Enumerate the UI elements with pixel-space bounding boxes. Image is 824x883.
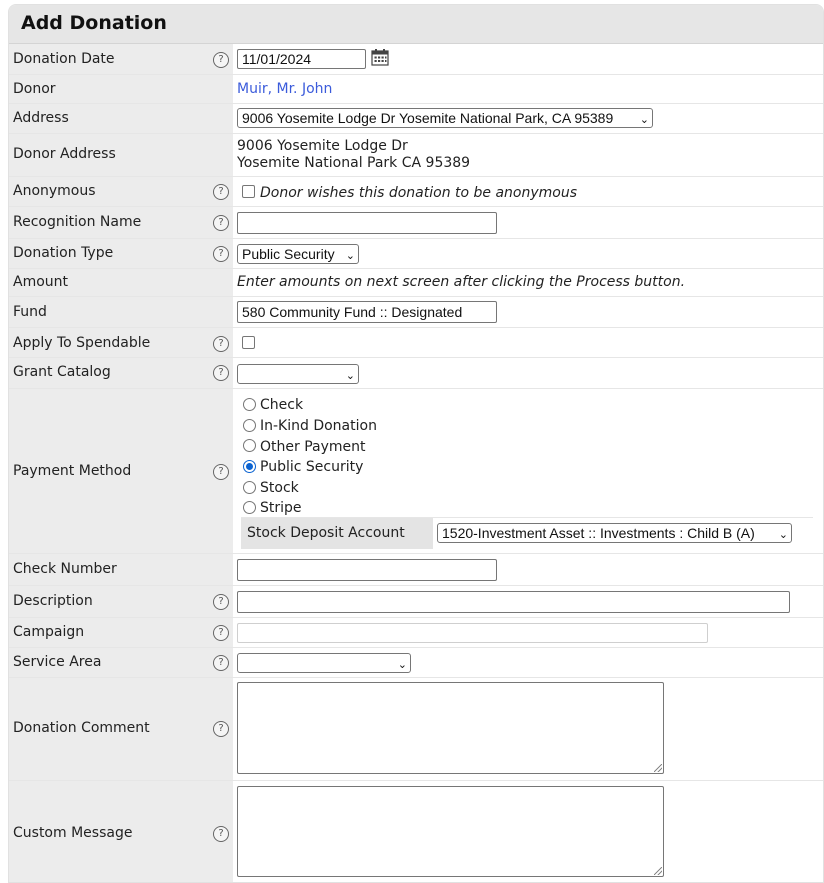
resize-handle-icon[interactable] (654, 764, 662, 772)
help-icon[interactable]: ? (213, 625, 229, 641)
recognition-name-label: Recognition Name (13, 214, 142, 230)
payment-option-label: In-Kind Donation (260, 418, 377, 434)
amount-note: Enter amounts on next screen after click… (237, 274, 686, 290)
panel-header: Add Donation (9, 5, 823, 44)
stock-deposit-subrow: Stock Deposit Account 1520-Investment As… (241, 517, 813, 549)
payment-radio-stripe[interactable] (243, 501, 256, 514)
help-icon[interactable]: ? (213, 246, 229, 262)
address-label: Address (13, 110, 69, 126)
row-donation-date: Donation Date ? 11/01/2024 (9, 44, 823, 75)
calendar-icon[interactable] (371, 48, 389, 66)
row-address: Address 9006 Yosemite Lodge Dr Yosemite … (9, 104, 823, 134)
help-icon[interactable]: ? (213, 336, 229, 352)
apply-to-spendable-checkbox[interactable] (242, 336, 255, 349)
payment-option-label: Stripe (260, 500, 302, 516)
address-select[interactable]: 9006 Yosemite Lodge Dr Yosemite National… (237, 108, 653, 128)
row-amount: Amount Enter amounts on next screen afte… (9, 269, 823, 297)
payment-option-label: Stock (260, 480, 299, 496)
row-fund: Fund 580 Community Fund :: Designated (9, 297, 823, 328)
payment-radio-check[interactable] (243, 398, 256, 411)
chevron-down-icon: ⌄ (345, 250, 355, 262)
row-recognition-name: Recognition Name ? (9, 207, 823, 239)
donor-address-line2: Yosemite National Park CA 95389 (237, 155, 471, 171)
donor-link[interactable]: Muir, Mr. John (237, 81, 332, 97)
anonymous-checkbox[interactable] (242, 185, 255, 198)
description-label: Description (13, 593, 93, 609)
grant-catalog-label: Grant Catalog (13, 364, 111, 380)
chevron-down-icon: ⌄ (778, 529, 788, 541)
help-icon[interactable]: ? (213, 215, 229, 231)
row-grant-catalog: Grant Catalog ? ⌄ (9, 358, 823, 389)
help-icon[interactable]: ? (213, 655, 229, 671)
help-icon[interactable]: ? (213, 365, 229, 381)
apply-to-spendable-label: Apply To Spendable (13, 335, 151, 351)
help-icon[interactable]: ? (213, 184, 229, 200)
donation-comment-textarea[interactable] (237, 682, 664, 774)
grant-catalog-select[interactable]: ⌄ (237, 364, 359, 384)
add-donation-panel: Add Donation Donation Date ? 11/01/2024 … (8, 4, 824, 883)
donation-type-label: Donation Type (13, 245, 114, 261)
chevron-down-icon: ⌄ (345, 370, 355, 382)
donation-date-label: Donation Date (13, 51, 115, 67)
donation-comment-label: Donation Comment (13, 720, 150, 736)
row-check-number: Check Number (9, 554, 823, 586)
help-icon[interactable]: ? (213, 721, 229, 737)
help-icon[interactable]: ? (213, 464, 229, 480)
donation-type-select[interactable]: Public Security ⌄ (237, 244, 359, 264)
row-donor: Donor Muir, Mr. John (9, 75, 823, 104)
stock-deposit-label: Stock Deposit Account (247, 525, 405, 541)
chevron-down-icon: ⌄ (639, 114, 649, 126)
campaign-label: Campaign (13, 624, 85, 640)
chevron-down-icon: ⌄ (397, 659, 407, 671)
description-input[interactable] (237, 591, 790, 613)
fund-label: Fund (13, 304, 47, 320)
row-anonymous: Anonymous ? Donor wishes this donation t… (9, 177, 823, 207)
custom-message-textarea[interactable] (237, 786, 664, 877)
row-campaign: Campaign ? (9, 618, 823, 648)
row-apply-to-spendable: Apply To Spendable ? (9, 328, 823, 358)
service-area-select[interactable]: ⌄ (237, 653, 411, 673)
fund-input[interactable]: 580 Community Fund :: Designated (237, 301, 497, 323)
payment-option-label: Check (260, 397, 304, 413)
donor-address-label: Donor Address (13, 146, 116, 162)
row-service-area: Service Area ? ⌄ (9, 648, 823, 678)
payment-option-label: Public Security (260, 459, 364, 475)
check-number-label: Check Number (13, 561, 117, 577)
row-custom-message: Custom Message ? (9, 781, 823, 882)
payment-radio-public-security[interactable] (243, 460, 256, 473)
payment-radio-in-kind[interactable] (243, 419, 256, 432)
row-donation-comment: Donation Comment ? (9, 678, 823, 781)
campaign-input[interactable] (237, 623, 708, 643)
stock-deposit-select[interactable]: 1520-Investment Asset :: Investments : C… (437, 523, 792, 543)
help-icon[interactable]: ? (213, 594, 229, 610)
recognition-name-input[interactable] (237, 212, 497, 234)
anonymous-label: Anonymous (13, 183, 96, 199)
row-description: Description ? (9, 586, 823, 618)
payment-radio-stock[interactable] (243, 481, 256, 494)
payment-method-label: Payment Method (13, 463, 132, 479)
donor-address-line1: 9006 Yosemite Lodge Dr (237, 138, 408, 154)
help-icon[interactable]: ? (213, 826, 229, 842)
resize-handle-icon[interactable] (654, 867, 662, 875)
service-area-label: Service Area (13, 654, 102, 670)
row-donor-address: Donor Address 9006 Yosemite Lodge Dr Yos… (9, 134, 823, 177)
help-icon[interactable]: ? (213, 52, 229, 68)
amount-label: Amount (13, 274, 69, 290)
anonymous-checkbox-label: Donor wishes this donation to be anonymo… (260, 185, 578, 201)
row-payment-method: Payment Method ? Check In-Kind Donation … (9, 389, 823, 554)
custom-message-label: Custom Message (13, 825, 133, 841)
page-title: Add Donation (21, 12, 167, 34)
donor-label: Donor (13, 81, 56, 97)
payment-radio-other[interactable] (243, 439, 256, 452)
check-number-input[interactable] (237, 559, 497, 581)
payment-option-label: Other Payment (260, 439, 366, 455)
donation-date-input[interactable]: 11/01/2024 (237, 49, 366, 69)
row-donation-type: Donation Type ? Public Security ⌄ (9, 239, 823, 269)
